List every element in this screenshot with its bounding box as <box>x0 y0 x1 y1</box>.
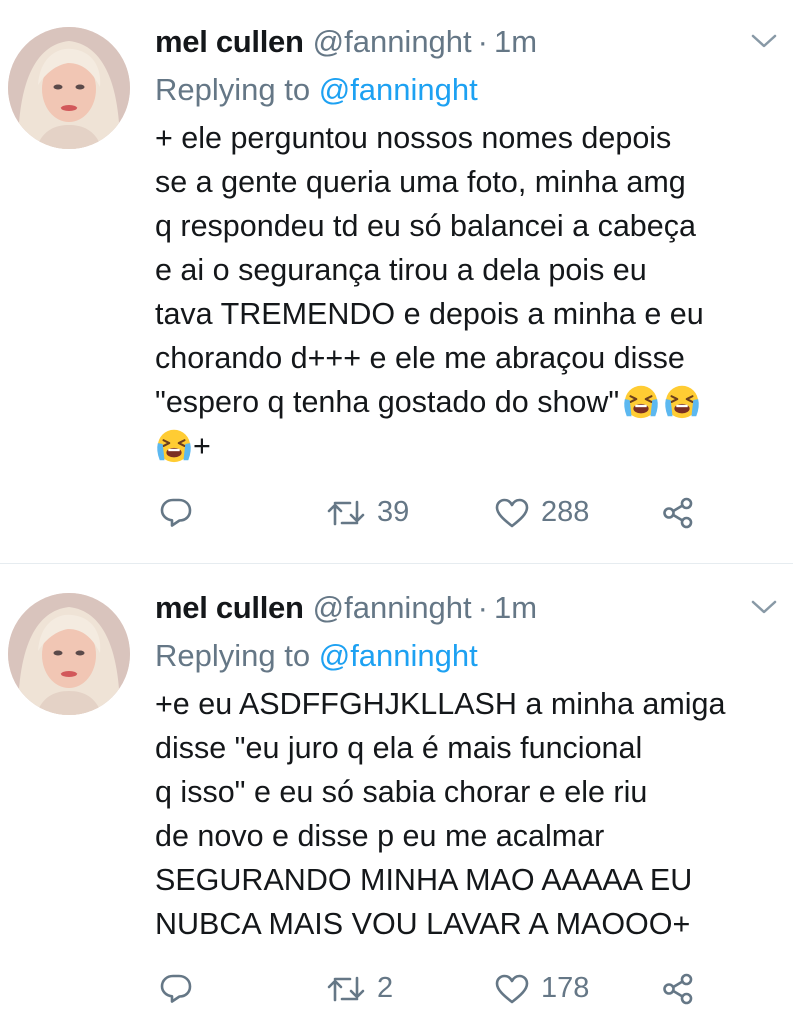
share-icon <box>663 497 693 529</box>
profile-photo <box>8 27 130 149</box>
replying-to: Replying to @fanninght <box>155 72 478 108</box>
share-icon <box>663 973 693 1005</box>
crying-emoji-icon <box>155 426 193 464</box>
tweet-line: NUBCA MAIS VOU LAVAR A MAOOO+ <box>155 907 691 941</box>
retweet-button[interactable]: 2 <box>327 972 393 1005</box>
display-name[interactable]: mel cullen <box>155 590 304 626</box>
tweet-text: +e eu ASDFFGHJKLLASH a minha amiga disse… <box>155 682 785 946</box>
reply-button[interactable] <box>160 496 192 528</box>
profile-photo <box>8 593 130 715</box>
tweet[interactable]: mel cullen @fanninght · 1m Replying to @… <box>0 24 793 564</box>
reply-button[interactable] <box>160 972 192 1004</box>
reply-prefix: Replying to <box>155 72 311 107</box>
user-handle[interactable]: @fanninght <box>313 24 472 60</box>
tweet-line: se a gente queria uma foto, minha amg <box>155 165 686 199</box>
display-name[interactable]: mel cullen <box>155 24 304 60</box>
tweet-text: + ele perguntou nossos nomes depois se a… <box>155 116 785 468</box>
reply-handle-link[interactable]: @fanninght <box>319 72 478 107</box>
share-button[interactable] <box>661 972 695 1006</box>
tweet-line: "espero q tenha gostado do show" <box>155 385 620 419</box>
retweet-count: 39 <box>377 496 410 528</box>
retweet-button[interactable]: 39 <box>327 496 409 529</box>
timestamp[interactable]: 1m <box>494 24 537 60</box>
separator: · <box>477 590 488 625</box>
tweet-line: + ele perguntou nossos nomes depois <box>155 121 672 155</box>
share-button[interactable] <box>661 496 695 530</box>
tweet-line: de novo e disse p eu me acalmar <box>155 819 605 853</box>
tweet-line: chorando d+++ e ele me abraçou disse <box>155 341 685 375</box>
like-button[interactable]: 178 <box>495 972 589 1005</box>
tweet-header: mel cullen @fanninght · 1m <box>155 590 537 630</box>
tweet-line: q respondeu td eu só balancei a cabeça <box>155 209 696 243</box>
reply-handle-link[interactable]: @fanninght <box>319 638 478 673</box>
tweet[interactable]: mel cullen @fanninght · 1m Replying to @… <box>0 590 793 1024</box>
like-count: 178 <box>541 972 590 1004</box>
retweet-icon <box>327 976 365 1001</box>
tweet-line: +e eu ASDFFGHJKLLASH a minha amiga <box>155 687 726 721</box>
retweet-icon <box>327 500 365 525</box>
crying-emoji-icon <box>622 382 660 420</box>
reply-icon <box>160 498 192 527</box>
tweet-line: disse "eu juro q ela é mais funcional <box>155 731 643 765</box>
tweet-line-with-emoji: + <box>155 424 785 468</box>
timestamp[interactable]: 1m <box>494 590 537 626</box>
avatar[interactable] <box>8 593 130 715</box>
retweet-count: 2 <box>377 972 394 1004</box>
user-handle[interactable]: @fanninght <box>313 590 472 626</box>
tweet-line: + <box>193 429 211 463</box>
tweet-header: mel cullen @fanninght · 1m <box>155 24 537 64</box>
like-button[interactable]: 288 <box>495 496 589 529</box>
reply-prefix: Replying to <box>155 638 311 673</box>
reply-icon <box>160 974 192 1003</box>
avatar[interactable] <box>8 27 130 149</box>
tweet-line-with-emoji: "espero q tenha gostado do show" <box>155 380 785 424</box>
chevron-down-icon[interactable] <box>750 32 778 50</box>
chevron-down-icon[interactable] <box>750 598 778 616</box>
separator: · <box>477 24 488 59</box>
replying-to: Replying to @fanninght <box>155 638 478 674</box>
tweet-line: tava TREMENDO e depois a minha e eu <box>155 297 704 331</box>
tweet-divider <box>0 563 793 564</box>
tweet-line: q isso" e eu só sabia chorar e ele riu <box>155 775 648 809</box>
like-count: 288 <box>541 496 590 528</box>
tweet-line: e ai o segurança tirou a dela pois eu <box>155 253 647 287</box>
tweet-line: SEGURANDO MINHA MAO AAAAA EU <box>155 863 693 897</box>
heart-icon <box>495 498 529 527</box>
crying-emoji-icon <box>663 382 701 420</box>
tweet-actions: 2 178 <box>155 972 715 1012</box>
heart-icon <box>495 974 529 1003</box>
tweet-actions: 39 288 <box>155 496 715 536</box>
